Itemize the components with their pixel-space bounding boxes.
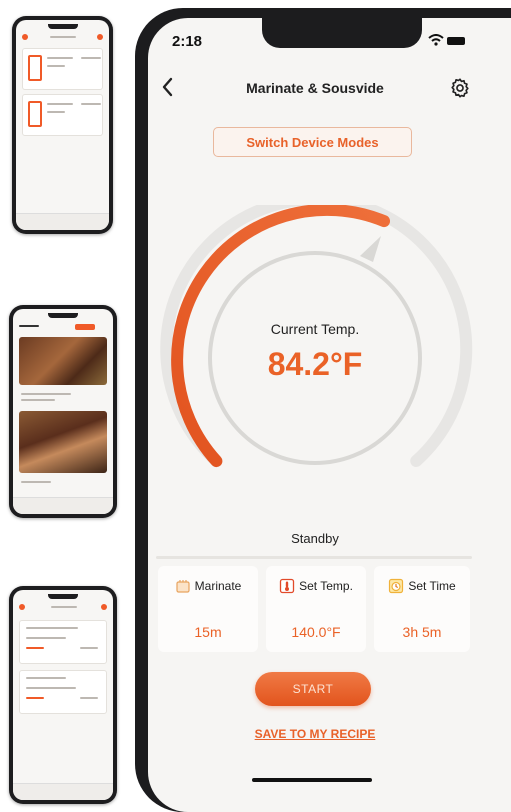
wifi-icon [428,34,444,46]
marinate-value: 15m [194,624,222,640]
thumbnail-recipes [9,305,117,518]
temperature-gauge [160,205,473,468]
timer-icon [389,578,404,594]
status-label: Standby [291,531,339,546]
save-to-my-recipe-link[interactable]: SAVE TO MY RECIPE [225,727,405,741]
current-temp-value: 84.2°F [267,346,363,382]
gear-icon[interactable] [449,77,471,99]
thermometer-icon [279,578,295,594]
page-title: Marinate & Sousvide [246,80,384,96]
set-temp-label: Set Temp. [299,579,353,593]
status-time: 2:18 [172,33,203,50]
set-time-label: Set Time [408,579,456,593]
switch-device-modes-button[interactable]: Switch Device Modes [213,127,412,157]
thumbnail-my-recipes [9,586,117,804]
marinate-icon [176,580,190,593]
set-time-value: 3h 5m [402,624,442,640]
gauge-pointer-icon [360,236,381,262]
set-temp-setting[interactable]: Set Temp. 140.0°F [266,566,366,652]
current-temp-label: Current Temp. [270,321,360,337]
back-chevron-icon[interactable] [160,76,176,98]
divider [156,556,472,559]
marinate-setting[interactable]: Marinate 15m [158,566,258,652]
set-temp-value: 140.0°F [291,624,341,640]
set-time-setting[interactable]: Set Time 3h 5m [374,566,470,652]
battery-icon [447,37,465,45]
phone-notch [262,18,422,48]
thumbnail-device-list [12,16,113,234]
marinate-label: Marinate [194,579,242,593]
home-indicator [252,778,372,782]
start-button[interactable]: START [255,672,371,706]
